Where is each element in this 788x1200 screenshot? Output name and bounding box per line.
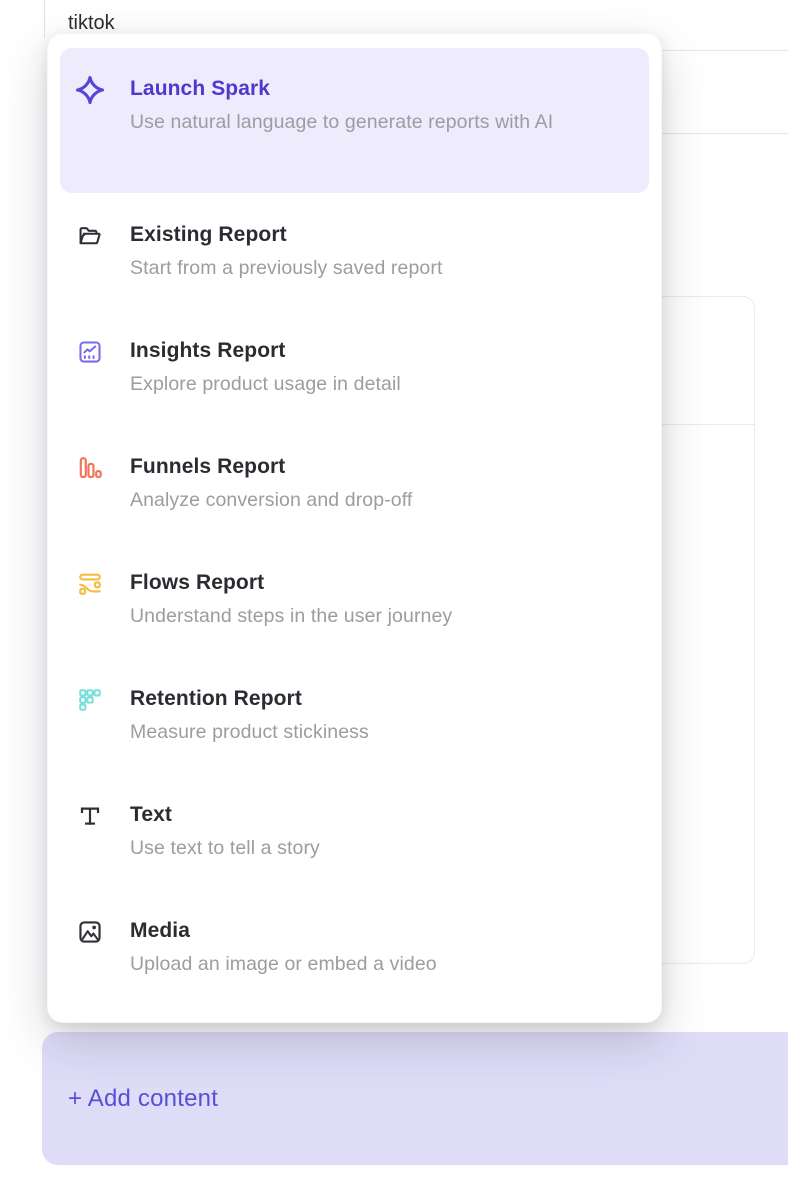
menu-item-title: Retention Report bbox=[130, 684, 369, 714]
menu-item-media[interactable]: Media Upload an image or embed a video bbox=[60, 889, 649, 1005]
add-content-button[interactable]: + Add content bbox=[42, 1032, 788, 1165]
menu-item-text: Insights Report Explore product usage in… bbox=[130, 336, 401, 400]
menu-item-text: Funnels Report Analyze conversion and dr… bbox=[130, 452, 412, 516]
add-content-menu: Launch Spark Use natural language to gen… bbox=[47, 33, 662, 1023]
menu-item-text-block[interactable]: Text Use text to tell a story bbox=[60, 773, 649, 889]
menu-item-existing-report[interactable]: Existing Report Start from a previously … bbox=[60, 193, 649, 309]
menu-item-funnels-report[interactable]: Funnels Report Analyze conversion and dr… bbox=[60, 425, 649, 541]
menu-item-text: Text Use text to tell a story bbox=[130, 800, 320, 864]
background-divider-top bbox=[650, 50, 788, 51]
bar-chart-icon bbox=[77, 455, 103, 481]
menu-item-title: Funnels Report bbox=[130, 452, 412, 482]
menu-item-description: Explore product usage in detail bbox=[130, 368, 401, 400]
menu-item-description: Upload an image or embed a video bbox=[130, 948, 437, 980]
text-icon bbox=[77, 803, 103, 829]
menu-item-insights-report[interactable]: Insights Report Explore product usage in… bbox=[60, 309, 649, 425]
menu-item-text: Flows Report Understand steps in the use… bbox=[130, 568, 452, 632]
report-builder-page: tiktok + Add content Launch Spark Use na… bbox=[0, 0, 788, 1200]
grid-squares-icon bbox=[77, 687, 103, 713]
menu-item-title: Flows Report bbox=[130, 568, 452, 598]
menu-item-flows-report[interactable]: Flows Report Understand steps in the use… bbox=[60, 541, 649, 657]
menu-item-retention-report[interactable]: Retention Report Measure product stickin… bbox=[60, 657, 649, 773]
line-chart-icon bbox=[77, 339, 103, 365]
menu-item-title: Existing Report bbox=[130, 220, 442, 250]
menu-item-description: Start from a previously saved report bbox=[130, 252, 442, 284]
menu-item-title: Media bbox=[130, 916, 437, 946]
menu-item-text: Launch Spark Use natural language to gen… bbox=[130, 74, 553, 138]
menu-item-text: Media Upload an image or embed a video bbox=[130, 916, 437, 980]
background-divider-second bbox=[654, 133, 788, 134]
add-content-label: + Add content bbox=[68, 1085, 218, 1113]
menu-item-title: Insights Report bbox=[130, 336, 401, 366]
menu-item-description: Understand steps in the user journey bbox=[130, 600, 452, 632]
folder-open-icon bbox=[77, 223, 103, 249]
spark-icon bbox=[77, 77, 103, 103]
menu-item-title: Text bbox=[130, 800, 320, 830]
menu-item-description: Use natural language to generate reports… bbox=[130, 106, 553, 138]
menu-item-title: Launch Spark bbox=[130, 74, 553, 104]
menu-item-description: Use text to tell a story bbox=[130, 832, 320, 864]
menu-item-description: Measure product stickiness bbox=[130, 716, 369, 748]
background-card-edge bbox=[44, 0, 45, 38]
menu-item-text: Existing Report Start from a previously … bbox=[130, 220, 442, 284]
flow-icon bbox=[77, 571, 103, 597]
menu-item-description: Analyze conversion and drop-off bbox=[130, 484, 412, 516]
background-partial-text: tiktok bbox=[68, 12, 115, 35]
menu-item-text: Retention Report Measure product stickin… bbox=[130, 684, 369, 748]
menu-item-launch-spark[interactable]: Launch Spark Use natural language to gen… bbox=[60, 48, 649, 193]
media-icon bbox=[77, 919, 103, 945]
